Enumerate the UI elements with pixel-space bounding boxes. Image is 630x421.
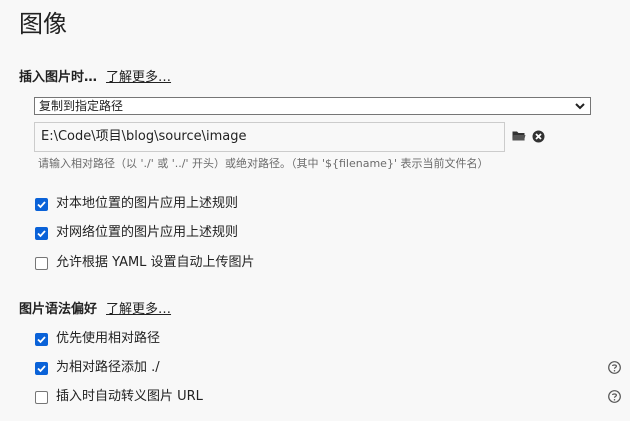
checkmark-icon xyxy=(37,335,46,343)
escape-url-checkbox[interactable] xyxy=(35,390,48,404)
escape-url-label: 插入时自动转义图片 URL xyxy=(56,389,203,404)
syntax-section-title: 图片语法偏好 xyxy=(19,302,98,317)
image-preferences-page: 图像 插入图片时… 了解更多… 复制到指定路径 E:\Code\项目\blog\… xyxy=(0,0,630,421)
chevron-down-icon xyxy=(575,103,585,110)
checkmark-icon xyxy=(37,200,46,208)
option-prefer-relative[interactable]: 优先使用相对路径 xyxy=(35,330,160,348)
prefer-relative-checkbox[interactable] xyxy=(35,332,48,346)
syntax-learn-more-link[interactable]: 了解更多… xyxy=(106,301,171,319)
clear-icon[interactable] xyxy=(532,130,545,143)
syntax-section-header: 图片语法偏好 了解更多… xyxy=(19,301,171,319)
option-escape-url[interactable]: 插入时自动转义图片 URL xyxy=(35,388,203,406)
image-path-value: E:\Code\项目\blog\source\image xyxy=(41,129,247,144)
network-images-label: 对网络位置的图片应用上述规则 xyxy=(56,225,239,240)
option-local-images[interactable]: 对本地位置的图片应用上述规则 xyxy=(35,195,238,213)
option-yaml-upload[interactable]: 允许根据 YAML 设置自动上传图片 xyxy=(35,254,255,272)
option-add-dot-slash[interactable]: 为相对路径添加 ./ xyxy=(35,359,160,377)
help-icon[interactable] xyxy=(608,361,621,374)
path-hint-text: 请输入相对路径（以 './' 或 '../' 开头）或绝对路径。（其中 '${f… xyxy=(38,157,489,170)
image-path-input[interactable]: E:\Code\项目\blog\source\image xyxy=(34,122,505,152)
network-images-checkbox[interactable] xyxy=(35,226,48,240)
page-title: 图像 xyxy=(19,10,67,38)
yaml-upload-label: 允许根据 YAML 设置自动上传图片 xyxy=(56,255,255,270)
yaml-upload-checkbox[interactable] xyxy=(35,256,48,270)
prefer-relative-label: 优先使用相对路径 xyxy=(56,331,161,346)
help-icon[interactable] xyxy=(608,390,621,403)
insert-learn-more-link[interactable]: 了解更多… xyxy=(106,69,171,87)
checkmark-icon xyxy=(37,364,46,372)
insert-section-header: 插入图片时… 了解更多… xyxy=(19,69,171,87)
insert-action-select[interactable]: 复制到指定路径 xyxy=(34,97,591,115)
add-dot-slash-checkbox[interactable] xyxy=(35,361,48,375)
checkmark-icon xyxy=(37,229,46,237)
local-images-label: 对本地位置的图片应用上述规则 xyxy=(56,196,239,211)
folder-icon[interactable] xyxy=(512,130,526,142)
add-dot-slash-label: 为相对路径添加 ./ xyxy=(56,360,160,375)
insert-action-selected-value: 复制到指定路径 xyxy=(39,99,124,113)
local-images-checkbox[interactable] xyxy=(35,197,48,211)
option-network-images[interactable]: 对网络位置的图片应用上述规则 xyxy=(35,224,238,242)
insert-section-title: 插入图片时… xyxy=(19,70,98,85)
